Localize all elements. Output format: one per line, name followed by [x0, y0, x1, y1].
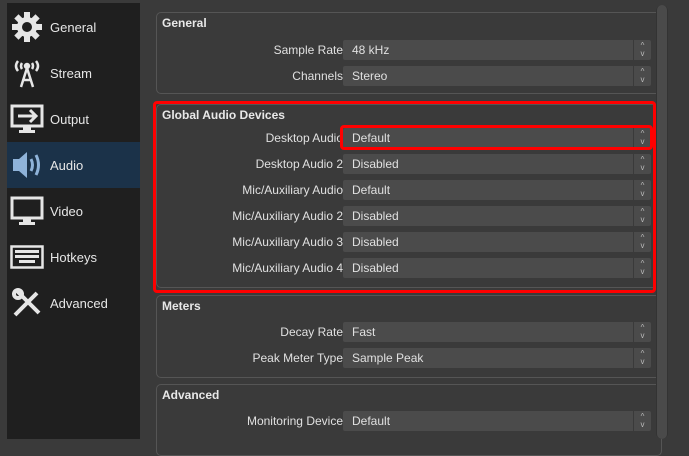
decay-rate-select[interactable]: Fast ^ v — [343, 322, 651, 342]
select-value: Default — [352, 183, 391, 197]
select-value: Fast — [352, 325, 376, 339]
sample-rate-select[interactable]: 48 kHz ^ v — [343, 40, 651, 60]
gear-icon — [9, 11, 45, 43]
select-value: Disabled — [352, 261, 399, 275]
monitoring-device-select[interactable]: Default ^ v — [343, 411, 651, 431]
chevron-updown-icon: ^ v — [633, 66, 651, 86]
mic-audio-3-row: Mic/Auxiliary Audio 3 Disabled ^ v — [157, 232, 661, 252]
chevron-updown-icon: ^ v — [633, 258, 651, 278]
sidebar-item-advanced[interactable]: Advanced — [7, 280, 140, 326]
select-value: Stereo — [352, 69, 388, 83]
select-value: Default — [352, 131, 391, 145]
field-label: Decay Rate — [280, 325, 343, 339]
channels-select[interactable]: Stereo ^ v — [343, 66, 651, 86]
settings-sidebar: General Stream Output Audio Video Hotkey… — [7, 3, 140, 439]
desktop-audio-2-row: Desktop Audio 2 Disabled ^ v — [157, 154, 661, 174]
select-value: Default — [352, 414, 391, 428]
field-label: Desktop Audio — [265, 131, 343, 145]
mic-audio-4-row: Mic/Auxiliary Audio 4 Disabled ^ v — [157, 258, 661, 278]
antenna-icon — [9, 57, 45, 89]
peak-meter-type-select[interactable]: Sample Peak ^ v — [343, 348, 651, 368]
chevron-updown-icon: ^ v — [633, 322, 651, 342]
select-value: Disabled — [352, 157, 399, 171]
chevron-updown-icon: ^ v — [633, 180, 651, 200]
peak-meter-type-row: Peak Meter Type Sample Peak ^ v — [157, 348, 661, 368]
field-label: Mic/Auxiliary Audio 2 — [232, 209, 343, 223]
chevron-updown-icon: ^ v — [633, 154, 651, 174]
desktop-audio-2-select[interactable]: Disabled ^ v — [343, 154, 651, 174]
field-label: Mic/Auxiliary Audio — [242, 183, 343, 197]
chevron-updown-icon: ^ v — [633, 128, 651, 148]
sidebar-item-label: Output — [50, 111, 90, 127]
monitor-icon — [9, 195, 45, 227]
meters-group: Meters Decay Rate Fast ^ v Peak Meter Type S… — [156, 295, 662, 378]
chevron-updown-icon: ^ v — [633, 232, 651, 252]
field-label: Peak Meter Type — [252, 351, 344, 365]
mic-audio-select[interactable]: Default ^ v — [343, 180, 651, 200]
advanced-group: Advanced Monitoring Device Default ^ v — [156, 384, 662, 456]
global-audio-devices-group: Global Audio Devices Desktop Audio Defaul… — [156, 104, 662, 288]
chevron-updown-icon: ^ v — [633, 348, 651, 368]
group-title: Meters — [162, 299, 201, 313]
sidebar-item-label: Audio — [50, 157, 84, 173]
field-label: Channels — [292, 69, 343, 83]
scrollbar-thumb[interactable] — [657, 5, 667, 439]
field-label: Sample Rate — [273, 43, 343, 57]
group-title: Global Audio Devices — [162, 108, 285, 122]
sidebar-item-label: Advanced — [50, 295, 108, 311]
chevron-updown-icon: ^ v — [633, 40, 651, 60]
chevron-updown-icon: ^ v — [633, 206, 651, 226]
scrollbar[interactable] — [656, 5, 668, 439]
mic-audio-4-select[interactable]: Disabled ^ v — [343, 258, 651, 278]
tools-icon — [9, 287, 45, 319]
channels-row: Channels Stereo ^ v — [157, 66, 661, 86]
field-label: Monitoring Device — [246, 414, 343, 428]
sidebar-item-label: General — [50, 19, 97, 35]
decay-rate-row: Decay Rate Fast ^ v — [157, 322, 661, 342]
desktop-audio-select[interactable]: Default ^ v — [343, 128, 651, 148]
mic-audio-2-row: Mic/Auxiliary Audio 2 Disabled ^ v — [157, 206, 661, 226]
speaker-icon — [9, 149, 45, 181]
mic-audio-3-select[interactable]: Disabled ^ v — [343, 232, 651, 252]
field-label: Mic/Auxiliary Audio 4 — [232, 261, 343, 275]
sidebar-item-stream[interactable]: Stream — [7, 50, 140, 96]
group-title: Advanced — [162, 388, 220, 402]
desktop-audio-row: Desktop Audio Default ^ v — [157, 128, 661, 148]
mic-audio-row: Mic/Auxiliary Audio Default ^ v — [157, 180, 661, 200]
chevron-updown-icon: ^ v — [633, 411, 651, 431]
sample-rate-row: Sample Rate 48 kHz ^ v — [157, 40, 661, 60]
sidebar-item-label: Hotkeys — [50, 249, 97, 265]
output-monitor-icon — [9, 103, 45, 135]
mic-audio-2-select[interactable]: Disabled ^ v — [343, 206, 651, 226]
select-value: Disabled — [352, 209, 399, 223]
select-value: Disabled — [352, 235, 399, 249]
field-label: Desktop Audio 2 — [255, 157, 343, 171]
field-label: Mic/Auxiliary Audio 3 — [232, 235, 343, 249]
sidebar-item-hotkeys[interactable]: Hotkeys — [7, 234, 140, 280]
sidebar-item-audio[interactable]: Audio — [7, 142, 140, 188]
sidebar-item-general[interactable]: General — [7, 4, 140, 50]
group-title: General — [162, 16, 207, 30]
general-group: General Sample Rate 48 kHz ^ v Channels Ster… — [156, 12, 662, 94]
sidebar-item-video[interactable]: Video — [7, 188, 140, 234]
sidebar-item-output[interactable]: Output — [7, 96, 140, 142]
monitoring-device-row: Monitoring Device Default ^ v — [157, 411, 661, 431]
select-value: 48 kHz — [352, 43, 390, 57]
sidebar-item-label: Stream — [50, 65, 92, 81]
keyboard-icon — [9, 241, 45, 273]
select-value: Sample Peak — [352, 351, 424, 365]
sidebar-item-label: Video — [50, 203, 84, 219]
